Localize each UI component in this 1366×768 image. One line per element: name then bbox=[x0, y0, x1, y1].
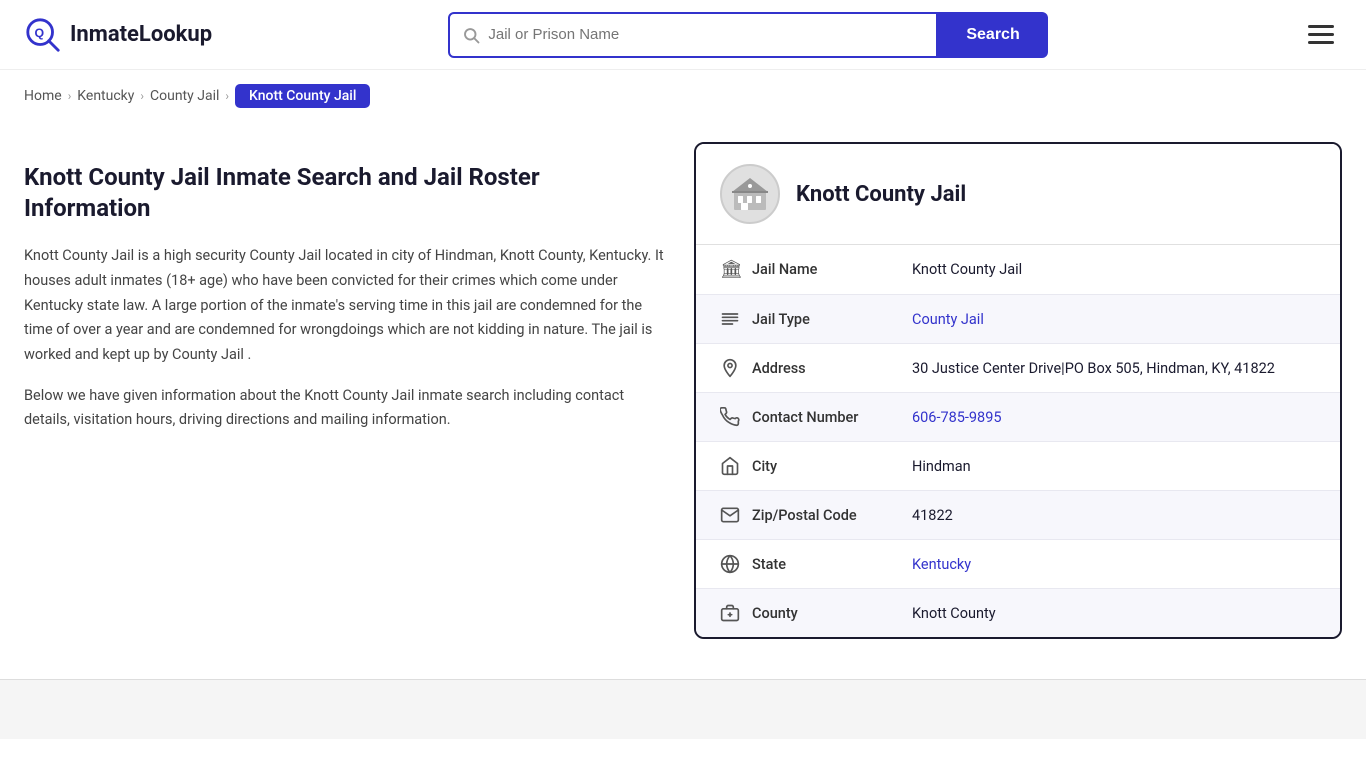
search-input[interactable] bbox=[488, 26, 924, 43]
zip-icon bbox=[720, 505, 752, 525]
table-row: Jail Type County Jail bbox=[696, 295, 1340, 344]
table-row: County Knott County bbox=[696, 589, 1340, 637]
breadcrumb-sep-1: › bbox=[68, 89, 72, 103]
jail-type-label: Jail Type bbox=[752, 311, 912, 328]
page-title: Knott County Jail Inmate Search and Jail… bbox=[24, 162, 664, 224]
table-row: 🏛 Jail Name Knott County Jail bbox=[696, 245, 1340, 295]
jail-name-label: Jail Name bbox=[752, 261, 912, 278]
jail-card-header: Knott County Jail bbox=[696, 144, 1340, 245]
jail-building-icon bbox=[728, 172, 772, 216]
breadcrumb-sep-2: › bbox=[140, 89, 144, 103]
state-link[interactable]: Kentucky bbox=[912, 556, 971, 573]
county-value: Knott County bbox=[912, 605, 1316, 622]
address-value: 30 Justice Center Drive|PO Box 505, Hind… bbox=[912, 360, 1316, 377]
county-icon bbox=[720, 603, 752, 623]
zip-label: Zip/Postal Code bbox=[752, 507, 912, 524]
hamburger-menu[interactable] bbox=[1300, 17, 1342, 52]
search-button[interactable]: Search bbox=[938, 12, 1047, 58]
contact-value: 606-785-9895 bbox=[912, 409, 1316, 426]
breadcrumb-current: Knott County Jail bbox=[235, 84, 370, 108]
jail-type-link[interactable]: County Jail bbox=[912, 311, 984, 328]
breadcrumb-county-jail[interactable]: County Jail bbox=[150, 88, 219, 104]
table-row: Contact Number 606-785-9895 bbox=[696, 393, 1340, 442]
logo-link[interactable]: Q InmateLookup bbox=[24, 16, 212, 54]
description-paragraph-2: Below we have given information about th… bbox=[24, 384, 664, 433]
state-icon bbox=[720, 554, 752, 574]
jail-type-value: County Jail bbox=[912, 311, 1316, 328]
county-label: County bbox=[752, 605, 912, 622]
table-row: State Kentucky bbox=[696, 540, 1340, 589]
table-row: City Hindman bbox=[696, 442, 1340, 491]
breadcrumb-kentucky[interactable]: Kentucky bbox=[77, 88, 134, 104]
table-row: Zip/Postal Code 41822 bbox=[696, 491, 1340, 540]
svg-text:Q: Q bbox=[34, 25, 44, 39]
header: Q InmateLookup Search bbox=[0, 0, 1366, 70]
contact-link[interactable]: 606-785-9895 bbox=[912, 409, 1002, 426]
contact-label: Contact Number bbox=[752, 409, 912, 426]
address-icon bbox=[720, 358, 752, 378]
logo-text: InmateLookup bbox=[70, 22, 212, 47]
address-label: Address bbox=[752, 360, 912, 377]
state-value: Kentucky bbox=[912, 556, 1316, 573]
footer bbox=[0, 679, 1366, 739]
main-content: Knott County Jail Inmate Search and Jail… bbox=[0, 122, 1366, 679]
breadcrumb-sep-3: › bbox=[225, 89, 229, 103]
jail-name-value: Knott County Jail bbox=[912, 261, 1316, 278]
jail-card: Knott County Jail 🏛 Jail Name Knott Coun… bbox=[694, 142, 1342, 639]
search-area: Search bbox=[448, 12, 1047, 58]
zip-value: 41822 bbox=[912, 507, 1316, 524]
jail-card-title: Knott County Jail bbox=[796, 182, 966, 207]
logo-icon: Q bbox=[24, 16, 62, 54]
left-panel: Knott County Jail Inmate Search and Jail… bbox=[24, 142, 664, 639]
right-panel: Knott County Jail 🏛 Jail Name Knott Coun… bbox=[694, 142, 1342, 639]
jail-type-icon bbox=[720, 309, 752, 329]
breadcrumb: Home › Kentucky › County Jail › Knott Co… bbox=[0, 70, 1366, 122]
search-input-wrapper bbox=[448, 12, 938, 58]
search-icon bbox=[462, 26, 480, 44]
city-label: City bbox=[752, 458, 912, 475]
description-paragraph-1: Knott County Jail is a high security Cou… bbox=[24, 244, 664, 367]
jail-name-icon: 🏛 bbox=[720, 259, 752, 280]
breadcrumb-home[interactable]: Home bbox=[24, 88, 62, 104]
jail-avatar bbox=[720, 164, 780, 224]
info-table: 🏛 Jail Name Knott County Jail Jai bbox=[696, 245, 1340, 637]
phone-icon bbox=[720, 407, 752, 427]
state-label: State bbox=[752, 556, 912, 573]
city-icon bbox=[720, 456, 752, 476]
city-value: Hindman bbox=[912, 458, 1316, 475]
table-row: Address 30 Justice Center Drive|PO Box 5… bbox=[696, 344, 1340, 393]
